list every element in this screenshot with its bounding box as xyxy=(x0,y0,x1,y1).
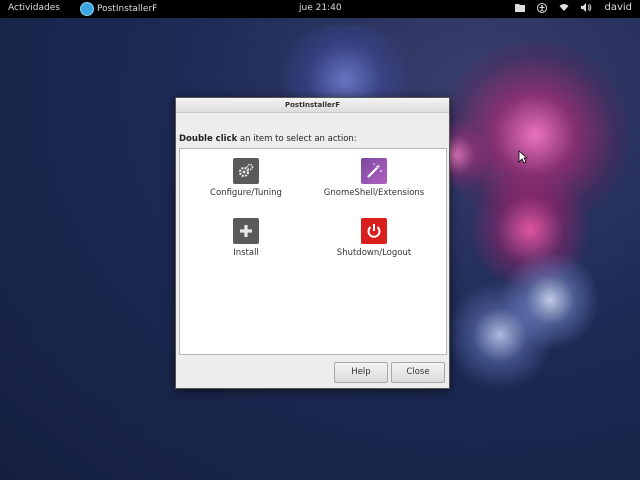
firework-decoration xyxy=(445,280,555,390)
gear-icon xyxy=(233,158,259,184)
instruction-rest: an item to select an action: xyxy=(237,134,357,144)
power-icon xyxy=(361,218,387,244)
instruction-bold: Double click xyxy=(179,134,238,144)
app-menu[interactable]: PostInstallerF xyxy=(80,0,157,18)
app-icon xyxy=(80,2,94,16)
item-gnomeshell-extensions[interactable]: GnomeShell/Extensions xyxy=(314,158,434,198)
app-name: PostInstallerF xyxy=(97,4,158,14)
folder-icon[interactable] xyxy=(515,3,526,12)
item-label: Install xyxy=(233,248,259,258)
close-button[interactable]: Close xyxy=(391,362,445,383)
help-button[interactable]: Help xyxy=(334,362,388,383)
wifi-icon[interactable] xyxy=(559,3,569,12)
top-bar: Actividades PostInstallerF jue 21:40 dav… xyxy=(0,0,640,18)
item-install[interactable]: Install xyxy=(186,218,306,258)
item-label: GnomeShell/Extensions xyxy=(323,188,425,198)
item-configure-tuning[interactable]: Configure/Tuning xyxy=(186,158,306,198)
action-grid: Configure/Tuning GnomeShell/Extensions I… xyxy=(179,148,447,355)
mouse-pointer-icon xyxy=(518,150,528,164)
item-label: Configure/Tuning xyxy=(210,188,282,198)
accessibility-icon[interactable] xyxy=(537,2,548,13)
item-label: Shutdown/Logout xyxy=(336,248,412,258)
plus-icon xyxy=(233,218,259,244)
postinstaller-dialog: PostInstallerF Double click an item to s… xyxy=(175,97,450,389)
dialog-titlebar[interactable]: PostInstallerF xyxy=(176,98,449,113)
status-area: david xyxy=(515,2,632,13)
user-menu[interactable]: david xyxy=(604,2,632,13)
instruction-text: Double click an item to select an action… xyxy=(179,134,357,144)
magic-wand-icon xyxy=(361,158,387,184)
clock[interactable]: jue 21:40 xyxy=(299,3,342,13)
item-shutdown-logout[interactable]: Shutdown/Logout xyxy=(314,218,434,258)
activities-button[interactable]: Actividades xyxy=(8,3,60,13)
volume-icon[interactable] xyxy=(581,3,592,12)
